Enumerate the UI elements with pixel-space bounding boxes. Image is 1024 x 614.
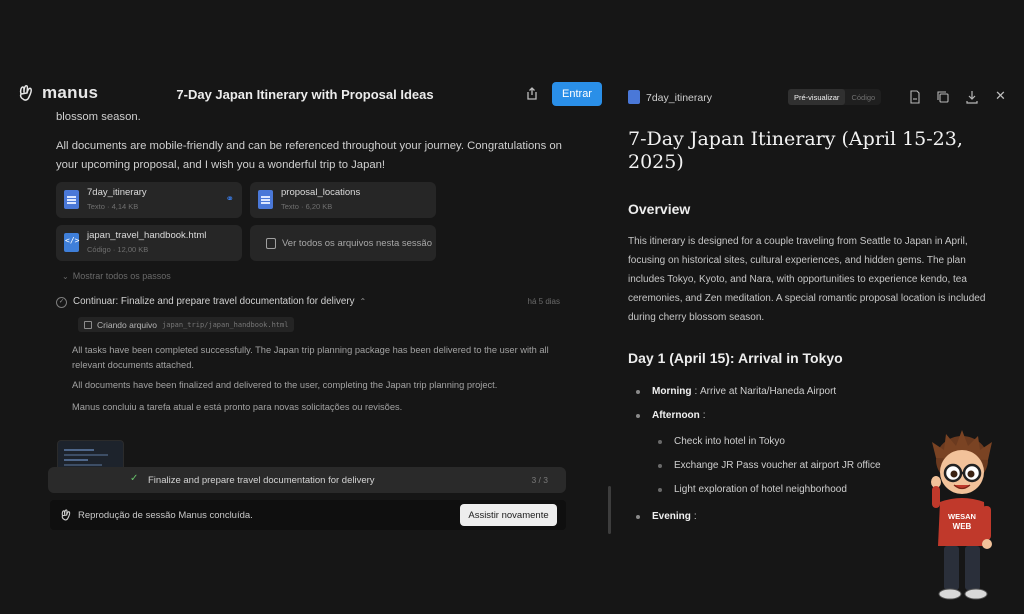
list-item: Evening: — [636, 511, 697, 522]
chevron-up-icon: ⌃ — [359, 297, 367, 306]
task-progress-bar[interactable]: ✓ Finalize and prepare travel documentat… — [48, 467, 566, 493]
check-circle-icon: ✓ — [56, 297, 67, 308]
item-label: Morning — [652, 386, 692, 397]
view-all-label: Ver todos os arquivos nesta sessão — [282, 237, 432, 249]
bullet — [658, 463, 662, 468]
file-name: japan_travel_handbook.html — [87, 230, 207, 241]
show-all-steps-toggle[interactable]: ⌄ Mostrar todos os passos — [62, 271, 171, 281]
bullet — [636, 514, 640, 519]
file-card-japan-travel-handbook[interactable]: </> japan_travel_handbook.html Código · … — [56, 225, 242, 261]
text-doc-icon — [258, 190, 273, 209]
cartoon-mascot: WESAN WEB — [931, 430, 992, 600]
bullet — [636, 413, 640, 418]
step-item[interactable]: ✓ Continuar: Finalize and prepare travel… — [56, 296, 566, 310]
doc-name: 7day_itinerary — [646, 92, 712, 104]
bullet — [636, 389, 640, 394]
close-icon[interactable]: ✕ — [995, 88, 1006, 104]
creating-path: japan_trip/japan_handbook.html — [162, 320, 289, 329]
item-colon: : — [702, 410, 706, 421]
list-item: Afternoon: — [636, 410, 706, 421]
sub-item-text: Light exploration of hotel neighborhood — [674, 484, 847, 495]
step-time: há 5 dias — [527, 297, 560, 306]
item-label: Evening — [652, 511, 691, 522]
bullet — [658, 439, 662, 444]
log-line: Manus concluiu a tarefa atual e está pro… — [72, 402, 403, 412]
replay-text: Reprodução de sessão Manus concluída. — [78, 510, 253, 521]
item-colon: : — [693, 511, 697, 522]
login-button[interactable]: Entrar — [552, 82, 602, 106]
text-doc-icon — [628, 90, 640, 104]
bullet — [658, 487, 662, 492]
file-meta: Texto · 6,20 KB — [281, 202, 333, 211]
day1-heading: Day 1 (April 15): Arrival in Tokyo — [628, 350, 843, 366]
mascot-shirt-text-2: WEB — [953, 522, 972, 531]
watch-again-button[interactable]: Assistir novamente — [460, 504, 557, 526]
download-icon[interactable] — [965, 90, 979, 104]
replay-banner: Reprodução de sessão Manus concluída. As… — [50, 500, 566, 530]
sub-item-text: Exchange JR Pass voucher at airport JR o… — [674, 460, 881, 471]
document-title: 7-Day Japan Itinerary (April 15-23, 2025… — [628, 128, 963, 173]
manus-logo-icon — [61, 509, 71, 521]
view-tabs: Pré-visualizar Código — [788, 89, 882, 105]
log-line: All tasks have been completed successful… — [72, 345, 549, 370]
file-name: proposal_locations — [281, 187, 361, 198]
task-count: 3 / 3 — [531, 475, 548, 485]
view-all-files-button[interactable]: Ver todos os arquivos nesta sessão — [250, 225, 436, 261]
list-item: Morning: Arrive at Narita/Haneda Airport — [636, 386, 836, 397]
text-doc-icon — [64, 190, 79, 209]
log-line: All documents have been finalized and de… — [72, 380, 498, 390]
assistant-message: blossom season. All documents are mobile… — [56, 106, 566, 175]
check-icon: ✓ — [130, 473, 139, 484]
link-icon: ⚭ — [225, 194, 234, 205]
chat-panel: manus 7-Day Japan Itinerary with Proposa… — [0, 0, 611, 614]
tab-preview[interactable]: Pré-visualizar — [788, 89, 846, 105]
code-doc-icon: </> — [64, 233, 79, 252]
file-edit-icon — [84, 320, 92, 329]
preview-header: 7day_itinerary Pré-visualizar Código ✕ — [616, 80, 1024, 114]
scrollbar[interactable] — [608, 486, 611, 534]
sub-item-text: Check into hotel in Tokyo — [674, 436, 785, 447]
document-preview: 7-Day Japan Itinerary (April 15-23, 2025… — [628, 128, 1000, 522]
file-card-proposal-locations[interactable]: proposal_locations Texto · 6,20 KB — [250, 182, 436, 218]
file-meta: Código · 12,00 KB — [87, 245, 149, 254]
item-text: Arrive at Narita/Haneda Airport — [700, 386, 837, 397]
item-label: Afternoon — [652, 410, 700, 421]
overview-heading: Overview — [628, 201, 691, 217]
mascot-shirt-text-1: WESAN — [948, 512, 976, 521]
download-file-icon[interactable] — [908, 90, 922, 104]
creating-file-badge[interactable]: Criando arquivo japan_trip/japan_handboo… — [78, 317, 295, 332]
file-meta: Texto · 4,14 KB — [87, 202, 139, 211]
files-icon — [266, 237, 276, 249]
message-text: All documents are mobile-friendly and ca… — [56, 140, 562, 171]
message-fragment: blossom season. — [56, 111, 141, 123]
copy-icon[interactable] — [936, 90, 950, 104]
file-name: 7day_itinerary — [87, 187, 147, 198]
share-icon[interactable] — [524, 86, 540, 102]
step-label: Continuar: Finalize and prepare travel d… — [73, 296, 367, 307]
tab-code[interactable]: Código — [845, 89, 881, 105]
file-card-7day-itinerary[interactable]: 7day_itinerary Texto · 4,14 KB ⚭ — [56, 182, 242, 218]
task-label: Finalize and prepare travel documentatio… — [148, 475, 375, 486]
overview-text: This itinerary is designed for a couple … — [628, 236, 986, 323]
chevron-down-icon: ⌄ — [62, 271, 69, 281]
sub-list-item: Light exploration of hotel neighborhood — [658, 484, 847, 495]
creating-label: Criando arquivo — [97, 319, 158, 330]
page-title: 7-Day Japan Itinerary with Proposal Idea… — [176, 87, 434, 102]
show-all-label: Mostrar todos os passos — [72, 271, 171, 281]
sub-list-item: Exchange JR Pass voucher at airport JR o… — [658, 460, 881, 471]
sub-list-item: Check into hotel in Tokyo — [658, 436, 785, 447]
